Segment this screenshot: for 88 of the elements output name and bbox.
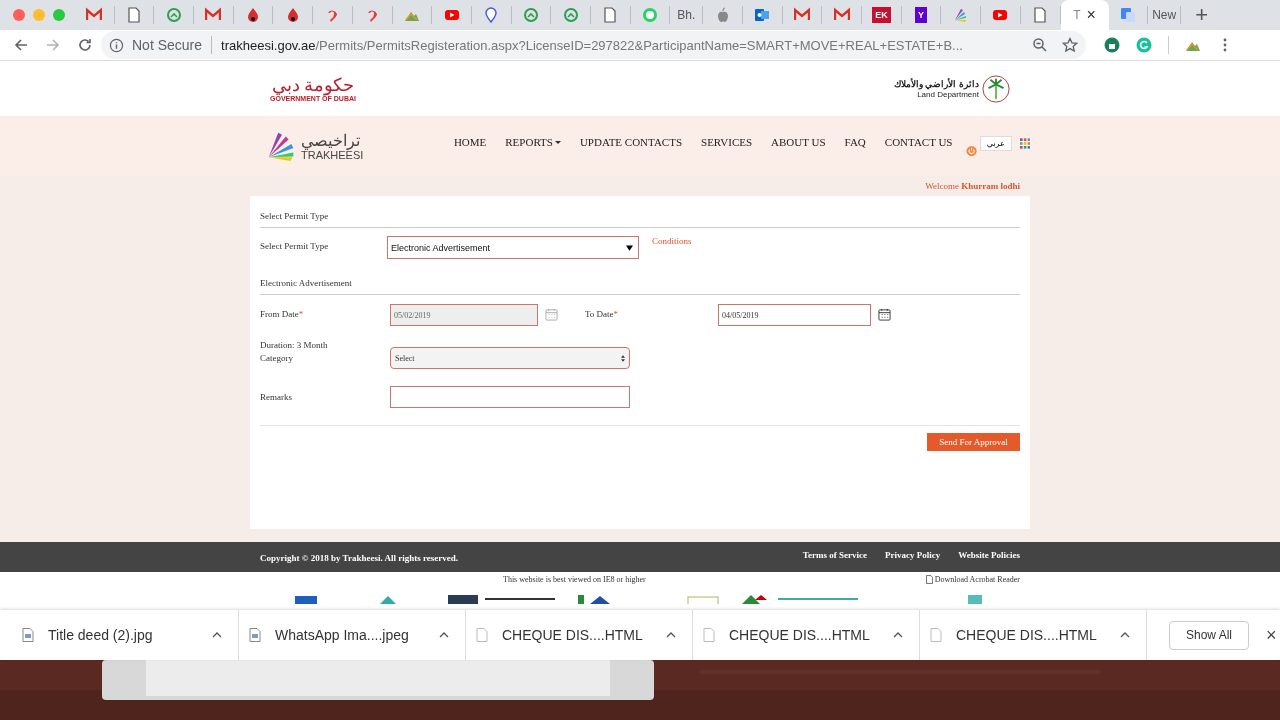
browser-tab[interactable]: T × bbox=[1060, 0, 1109, 30]
duration-text: Duration: 3 Month bbox=[260, 340, 329, 350]
play-icon bbox=[992, 7, 1009, 23]
power-icon[interactable] bbox=[965, 145, 977, 157]
back-icon[interactable] bbox=[13, 37, 29, 53]
envelope-icon bbox=[833, 7, 850, 23]
star-icon[interactable] bbox=[1062, 37, 1078, 53]
envelope-icon bbox=[205, 7, 222, 23]
document-icon bbox=[930, 628, 942, 642]
download-name: WhatsApp Ima....jpeg bbox=[275, 627, 410, 643]
play-icon bbox=[443, 7, 460, 23]
map-pin-icon bbox=[483, 7, 500, 23]
chat-icon bbox=[641, 7, 658, 23]
to-date-field[interactable]: 04/05/2019 bbox=[718, 304, 871, 326]
favicon-badge: Y bbox=[915, 7, 928, 23]
download-name: CHEQUE DIS....HTML bbox=[729, 627, 871, 643]
ring-icon bbox=[165, 7, 182, 23]
close-button[interactable]: × bbox=[1266, 624, 1277, 646]
acrobat-link[interactable]: Download Acrobat Reader bbox=[925, 574, 1020, 584]
nav-link[interactable]: ABOUT US bbox=[771, 136, 826, 148]
show-all-button[interactable]: Show All bbox=[1169, 620, 1249, 650]
chevron-up-icon[interactable] bbox=[666, 632, 676, 638]
footer-link[interactable]: Privacy Policy bbox=[885, 550, 941, 560]
favicon-badge: EK bbox=[872, 7, 891, 23]
nav-link[interactable]: FAQ bbox=[844, 136, 866, 148]
envelope-icon bbox=[86, 7, 103, 23]
welcome-text: Welcome Khurram lodhi bbox=[925, 181, 1020, 191]
document-icon bbox=[703, 628, 715, 642]
footer-link[interactable]: Website Policies bbox=[958, 550, 1020, 560]
download-name: CHEQUE DIS....HTML bbox=[502, 627, 644, 643]
field-label: Select Permit Type bbox=[260, 241, 330, 251]
close-tab-button[interactable]: × bbox=[1086, 6, 1096, 24]
new-tab-button[interactable]: + bbox=[1195, 0, 1209, 30]
translate-icon bbox=[1119, 7, 1136, 23]
send-for-approval-button[interactable]: Send For Approval bbox=[927, 433, 1020, 451]
field-label: Remarks bbox=[260, 392, 293, 402]
nav-link[interactable]: HOME bbox=[453, 136, 487, 148]
chevron-up-icon[interactable] bbox=[1120, 632, 1130, 638]
section-heading: Electronic Advertisement bbox=[260, 277, 353, 289]
browser-tab[interactable]: EK bbox=[862, 6, 902, 24]
remarks-field[interactable] bbox=[390, 386, 630, 408]
download-name: Title deed (2).jpg bbox=[48, 627, 154, 643]
copyright-text: Copyright © 2018 by Trakheesi. All rights reserved. bbox=[260, 553, 458, 563]
browser-note: This website is best viewed on IE8 or higher bbox=[503, 574, 646, 584]
chevron-up-icon[interactable] bbox=[439, 632, 449, 638]
nav-link[interactable]: REPORTS bbox=[505, 136, 561, 148]
browser-tab[interactable]: Y bbox=[901, 6, 942, 24]
browser-tab[interactable]: New bbox=[1148, 6, 1182, 24]
ring-icon bbox=[522, 7, 539, 23]
permit-type-select[interactable]: Electronic Advertisement bbox=[387, 236, 639, 259]
security-label: Not Secure bbox=[132, 37, 203, 53]
document-icon bbox=[476, 628, 488, 642]
image-file-icon bbox=[22, 628, 34, 642]
nav-link[interactable]: SERVICES bbox=[701, 136, 753, 148]
chevron-up-icon[interactable] bbox=[893, 632, 903, 638]
apps-grid-icon[interactable] bbox=[1019, 137, 1030, 149]
dropdown-arrow-icon bbox=[626, 244, 633, 251]
up-down-arrows-icon bbox=[621, 354, 625, 362]
browser-tab[interactable]: Bh. bbox=[670, 6, 704, 24]
download-name: CHEQUE DIS....HTML bbox=[956, 627, 1098, 643]
zoom-out-icon[interactable] bbox=[1032, 37, 1048, 53]
document-icon bbox=[1032, 7, 1049, 23]
field-label: To Date* bbox=[585, 309, 620, 319]
document-icon bbox=[602, 7, 619, 23]
grammar-extension-icon[interactable] bbox=[1136, 37, 1152, 53]
section-heading: Select Permit Type bbox=[260, 210, 330, 222]
nav-link[interactable]: UPDATE CONTACTS bbox=[579, 136, 682, 148]
chevron-up-icon[interactable] bbox=[212, 632, 222, 638]
field-label: From Date* bbox=[260, 309, 305, 319]
info-icon[interactable] bbox=[109, 37, 124, 53]
category-select[interactable]: Select bbox=[390, 347, 630, 369]
footer-link[interactable]: Terms of Service bbox=[802, 550, 867, 560]
document-icon bbox=[126, 7, 143, 23]
field-label: Category bbox=[260, 353, 294, 363]
conditions-link[interactable]: Conditions bbox=[652, 236, 692, 246]
forward-icon[interactable] bbox=[45, 37, 61, 53]
mail-app-icon bbox=[754, 7, 771, 23]
lock-extension-icon[interactable] bbox=[1104, 37, 1120, 53]
language-button[interactable]: عربي bbox=[979, 135, 1012, 151]
reload-icon[interactable] bbox=[77, 37, 93, 53]
image-file-icon bbox=[249, 628, 261, 642]
url-text: trakheesi.gov.ae/Permits/PermitsRegisteration.aspx?LicenseID=297822&ParticipantName=SMART+MOVE+REAL+ESTATE+B... bbox=[221, 37, 964, 53]
envelope-icon bbox=[794, 7, 811, 23]
address-bar[interactable]: Not Secure trakheesi.gov.ae/Permits/PermitsRegisteration.aspx?LicenseID=297822&ParticipantName=SMART+MOVE+REAL+ESTATE+B... bbox=[101, 31, 1086, 59]
close-window-button[interactable] bbox=[13, 9, 25, 21]
ring-icon bbox=[562, 7, 579, 23]
nav-link[interactable]: CONTACT US bbox=[884, 136, 953, 148]
calendar-icon[interactable] bbox=[878, 308, 891, 321]
